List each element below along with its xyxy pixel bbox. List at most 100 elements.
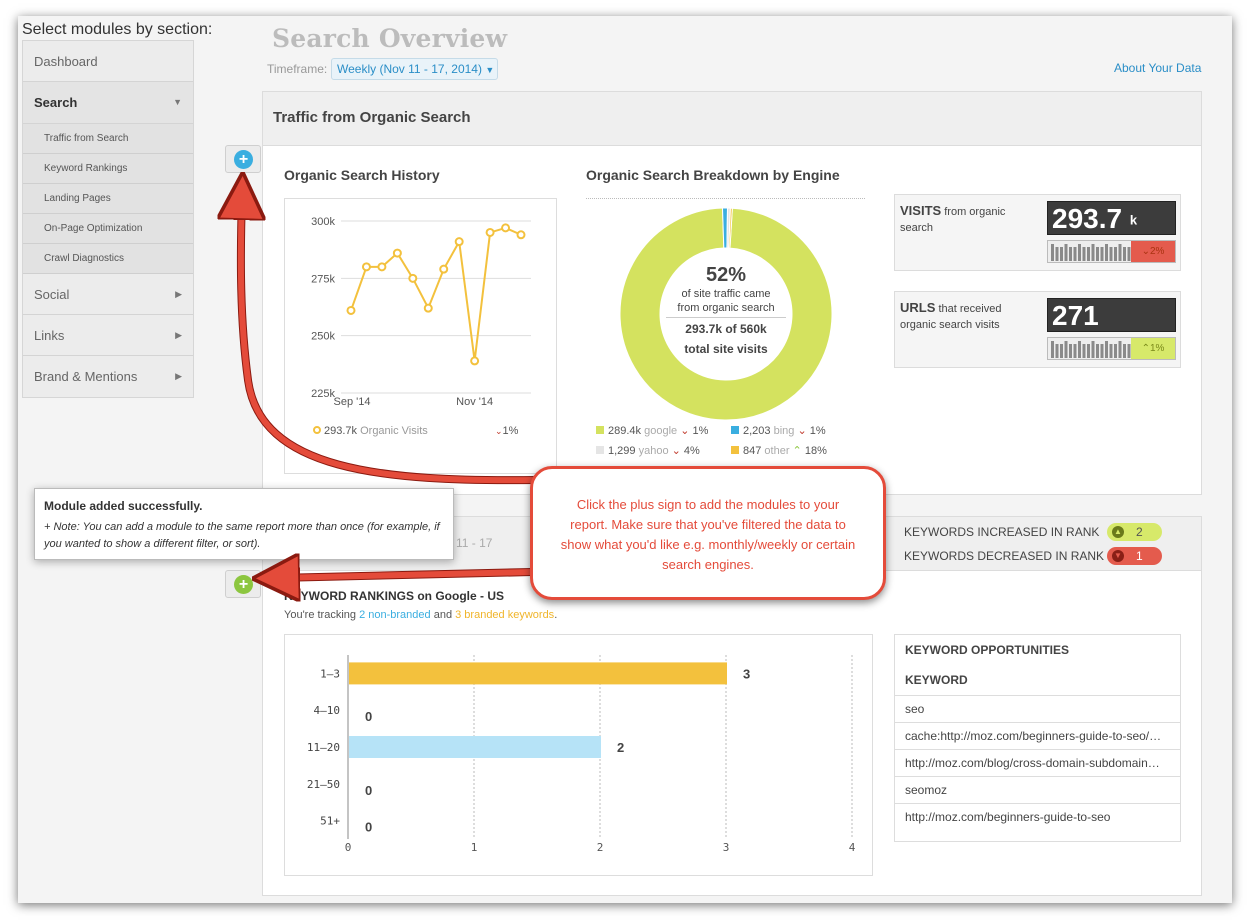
tracking-and: and [433, 609, 453, 621]
legend-bing-value: 2,203 [743, 425, 771, 437]
spark-bar [1069, 344, 1072, 358]
y-tick-label: 275k [311, 273, 335, 285]
breakdown-divider [586, 198, 865, 199]
arrow-up-icon: ⌃ [789, 445, 805, 457]
spark-bar [1060, 344, 1063, 358]
y-category-label: 11–20 [307, 741, 340, 754]
keyword-row[interactable]: cache:http://moz.com/beginners-guide-to-… [895, 722, 1180, 749]
sidebar-subitem-on-page-optimization[interactable]: On-Page Optimization [23, 214, 193, 244]
legend-google-change: 1% [692, 425, 709, 437]
spark-bar [1096, 344, 1099, 358]
sidebar-item-brand-mentions[interactable]: Brand & Mentions ▶ [23, 356, 193, 397]
bar-value-label: 0 [365, 709, 372, 724]
x-tick-label: 3 [723, 841, 730, 854]
sidebar-item-search[interactable]: Search ▼ [23, 82, 193, 124]
spark-bar [1073, 247, 1077, 261]
keyword-row[interactable]: seomoz [895, 776, 1180, 803]
y-category-label: 21–50 [307, 778, 340, 791]
branded-link[interactable]: 3 branded keywords [455, 609, 554, 621]
y-category-label: 51+ [320, 815, 340, 828]
sidebar-item-label: Search [34, 95, 78, 110]
urls-change-badge: ⌃1% [1131, 338, 1175, 359]
spark-bar [1091, 341, 1095, 358]
legend-label: Organic Visits [360, 425, 428, 437]
add-module-button-traffic[interactable]: + [225, 145, 261, 173]
sidebar-subitem-landing-pages[interactable]: Landing Pages [23, 184, 193, 214]
history-change: ⌄1% [495, 425, 518, 437]
arrow-up-circle-icon: ▲ [1112, 526, 1124, 538]
legend-yahoo-change: 4% [683, 445, 700, 457]
arrow-down-icon: ⌄ [1141, 246, 1150, 257]
page-title: Search Overview [272, 24, 508, 53]
y-tick-label: 300k [311, 216, 335, 228]
x-tick-label: Nov '14 [456, 396, 493, 408]
y-category-label: 4–10 [314, 704, 341, 717]
urls-card: URLS that received organic search visits… [894, 291, 1181, 368]
bar [349, 662, 727, 685]
arrow-down-icon: ⌄ [794, 425, 810, 437]
donut-percent: 52% [705, 264, 747, 286]
sidebar-title: Select modules by section: [22, 21, 213, 38]
data-point [346, 305, 356, 315]
opportunities-title: KEYWORD OPPORTUNITIES [905, 643, 1070, 657]
history-change-value: 1% [502, 425, 519, 437]
module-added-tooltip: Module added successfully. + Note: You c… [34, 488, 454, 560]
spark-bar [1087, 247, 1090, 261]
sidebar-subitem-crawl-diagnostics[interactable]: Crawl Diagnostics [23, 244, 193, 274]
data-point [454, 237, 464, 247]
visits-label: VISITS from organic search [900, 203, 1040, 236]
data-point [408, 273, 418, 283]
legend-google-name: google [644, 425, 678, 437]
spark-bar [1069, 247, 1072, 261]
data-point [470, 356, 480, 366]
urls-change: 1% [1149, 343, 1165, 354]
spark-bar [1078, 341, 1081, 358]
plus-icon: + [234, 575, 253, 594]
urls-label: URLS that received organic search visits [900, 300, 1040, 333]
arrow-down-icon: ⌄ [668, 445, 684, 457]
legend-bing: 2,203 bing ⌄ 1% [731, 424, 826, 437]
sidebar-item-label: Links [34, 328, 65, 343]
spark-bar [1100, 344, 1104, 358]
keyword-row[interactable]: seo [895, 695, 1180, 722]
keyword-row[interactable]: http://moz.com/beginners-guide-to-seo [895, 803, 1180, 830]
tracking-text: You're tracking 2 non-branded and 3 bran… [284, 609, 557, 621]
series-line [350, 226, 522, 362]
add-module-button-keywords[interactable]: + [225, 570, 261, 598]
visits-label-bold: VISITS [900, 203, 942, 218]
visits-change: 2% [1149, 246, 1165, 257]
keyword-row[interactable]: http://moz.com/blog/cross-domain-subdoma… [895, 749, 1180, 776]
donut-line3: 293.7k of 560k [685, 322, 767, 336]
sidebar-item-dashboard[interactable]: Dashboard [23, 41, 193, 82]
legend-google: 289.4k google ⌄ 1% [596, 424, 708, 437]
visits-value: 293.7 [1052, 203, 1123, 234]
rankings-bar-svg: 0 1 2 3 4 1–3 3 4–10 0 11–20 2 21–50 0 51+ 0 [307, 655, 856, 854]
y-category-label: 1–3 [320, 667, 340, 680]
urls-value: 271 [1052, 300, 1099, 331]
google-swatch [596, 426, 604, 434]
about-your-data-link[interactable]: About Your Data [1114, 61, 1201, 75]
data-point [392, 248, 402, 258]
sidebar-item-social[interactable]: Social ▶ [23, 274, 193, 315]
caret-down-icon: ▼ [485, 65, 495, 75]
spark-bar [1105, 244, 1108, 261]
spark-bar [1105, 341, 1108, 358]
timeframe-select[interactable]: Weekly (Nov 11 - 17, 2014) ▼ [331, 58, 498, 80]
yahoo-swatch [596, 446, 604, 454]
non-branded-link[interactable]: 2 non-branded [359, 609, 431, 621]
legend-bing-name: bing [773, 425, 795, 437]
bar-value-label: 3 [743, 666, 750, 681]
data-point [501, 223, 511, 233]
history-title: Organic Search History [284, 167, 440, 183]
legend-yahoo: 1,299 yahoo ⌄ 4% [596, 444, 700, 457]
keywords-increased-badge: ▲ 2 [1107, 523, 1162, 541]
instruction-callout: Click the plus sign to add the modules t… [530, 466, 886, 600]
rankings-chart: 0 1 2 3 4 1–3 3 4–10 0 11–20 2 21–50 0 51+ 0 [284, 634, 873, 876]
arrow-down-circle-icon: ▼ [1112, 550, 1124, 562]
visits-unit: k [1129, 212, 1138, 228]
sidebar-item-links[interactable]: Links ▶ [23, 315, 193, 356]
sidebar-subitem-traffic-from-search[interactable]: Traffic from Search [23, 124, 193, 154]
sidebar-subitem-keyword-rankings[interactable]: Keyword Rankings [23, 154, 193, 184]
donut-line1: of site traffic came [681, 288, 771, 300]
y-tick-label: 250k [311, 331, 335, 343]
